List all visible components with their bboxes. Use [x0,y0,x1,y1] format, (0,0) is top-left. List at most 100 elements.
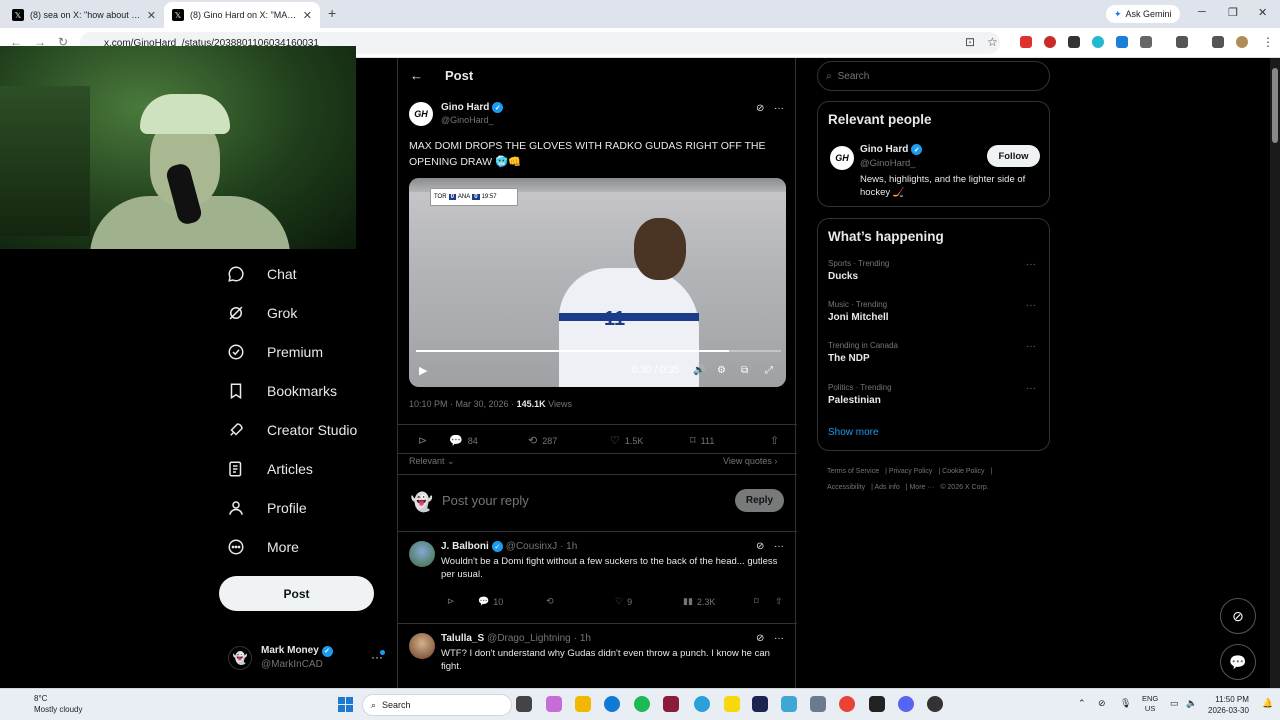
show-more-link[interactable]: Show more [828,427,879,438]
views-action[interactable]: ▮▮ 2.3K [683,596,715,607]
account-switcher[interactable]: 👻 Mark Money ✓ @MarkInCAD ··· [228,644,388,674]
menu-list-icon[interactable] [1212,36,1224,48]
footer-link[interactable]: Cookie Policy [942,468,984,475]
comment[interactable]: J. Balboni ✓ @CousinxJ · 1h ⊘ ··· Wouldn… [398,532,797,624]
profile-avatar-icon[interactable] [1236,36,1248,48]
comment-handle[interactable]: @CousinxJ [506,541,557,552]
nav-item-more[interactable]: More [219,527,389,566]
extension-icon[interactable] [1068,36,1080,48]
author-name[interactable]: Gino Hard ✓ [441,102,504,113]
fullscreen-icon[interactable]: ⤢ [765,365,773,376]
footer-link[interactable]: Privacy Policy [889,468,933,475]
trend-item[interactable]: Politics · Trending Palestinian ··· [828,383,1043,417]
browser-tab-2[interactable]: 𝕏 (8) Gino Hard on X: "MAX DOMI ✕ [164,2,320,28]
grok-icon[interactable]: ⊘ [756,633,764,644]
restore-icon[interactable]: ❐ [1228,6,1238,19]
like-action[interactable]: ♡ 9 [615,596,632,607]
more-icon[interactable]: ··· [1026,300,1036,311]
share-icon[interactable]: ⇧ [775,596,783,607]
more-icon[interactable]: ··· [1026,341,1036,352]
browser-tab-1[interactable]: 𝕏 (8) sea on X: "how about 8 inch ✕ [4,2,164,28]
weather-widget[interactable]: 8°C Mostly cloudy [10,693,82,715]
footer-link[interactable]: Terms of Service [827,468,879,475]
comment-author[interactable]: J. Balboni [441,541,489,552]
reply-action[interactable]: 💬 84 [449,434,478,447]
play-action[interactable]: ⊳ [418,434,427,447]
messages-fab[interactable]: 💬 [1220,644,1256,680]
settings-icon[interactable]: ⚙ [717,365,726,376]
nav-item-creator-studio[interactable]: Creator Studio [219,410,389,449]
telegram-icon[interactable] [694,696,710,712]
cast-icon[interactable]: ⊡ [965,35,975,49]
trend-item[interactable]: Music · Trending Joni Mitchell ··· [828,300,1043,334]
close-window-icon[interactable]: ✕ [1258,6,1267,19]
grok-fab[interactable]: ⊘ [1220,598,1256,634]
nav-item-chat[interactable]: Chat [219,254,389,293]
follow-button[interactable]: Follow [987,145,1040,167]
extension-icon[interactable] [1116,36,1128,48]
app-icon[interactable] [927,696,943,712]
reply-action[interactable]: 💬 10 [478,596,503,607]
grok-icon[interactable]: ⊘ [756,541,764,552]
more-icon[interactable]: ··· [1026,383,1036,394]
footer-link[interactable]: Accessibility [827,484,865,491]
sidepanel-icon[interactable] [1176,36,1188,48]
nav-item-articles[interactable]: Articles [219,449,389,488]
more-icon[interactable]: ··· [774,103,784,114]
video-player[interactable]: TOR 0 ANA 0 19:57 11 ▶ 0:30 / 0:35 🔊 ⚙ ⧉… [409,178,786,387]
new-tab-icon[interactable]: + [328,5,336,21]
notifications-icon[interactable]: 🔔 [1262,698,1273,709]
volume-icon[interactable]: 🔊 [693,365,705,376]
language-indicator[interactable]: ENG US [1142,694,1158,714]
spotify-icon[interactable] [634,696,650,712]
repost-action[interactable]: ⟲ 287 [528,434,557,447]
ask-gemini-button[interactable]: ✦ Ask Gemini [1106,5,1180,23]
comment-handle[interactable]: @Drago_Lightning [487,633,571,644]
back-arrow-icon[interactable]: ← [410,68,423,83]
more-icon[interactable]: ··· [774,633,784,644]
system-clock[interactable]: 11:50 PM 2026-03-30 [1208,694,1249,716]
app-icon[interactable] [869,696,885,712]
notepad-icon[interactable] [781,696,797,712]
sort-relevant-dropdown[interactable]: Relevant ⌄ [409,456,455,467]
more-icon[interactable]: ··· [1026,259,1036,270]
avatar[interactable] [409,633,435,659]
copilot-icon[interactable] [546,696,562,712]
discord-icon[interactable] [898,696,914,712]
nav-item-grok[interactable]: Grok [219,293,389,332]
chrome-icon[interactable] [839,696,855,712]
bookmark-icon[interactable]: ⌑ [754,596,759,607]
play-icon[interactable]: ▶ [419,364,427,377]
kebab-menu-icon[interactable]: ⋮ [1262,35,1274,49]
speaker-icon[interactable]: 🔈 [1186,698,1197,709]
reply-button[interactable]: Reply [735,489,784,512]
play-circle-icon[interactable]: ⊳ [447,596,455,607]
windows-start-icon[interactable] [338,697,353,712]
pip-icon[interactable]: ⧉ [741,365,748,376]
comment[interactable]: Talulla_S @Drago_Lightning · 1h ⊘ ··· WT… [398,624,797,688]
grok-icon[interactable]: ⊘ [756,103,764,114]
more-icon[interactable]: ··· [774,541,784,552]
person-name[interactable]: Gino Hard ✓ [860,144,923,155]
like-action[interactable]: ♡ 1.5K [610,434,643,447]
search-input[interactable]: ⌕ Search [817,61,1050,91]
bookmark-action[interactable]: ⌑ 111 [690,434,714,447]
close-icon[interactable]: ✕ [303,9,312,22]
extension-icon[interactable] [1020,36,1032,48]
page-scrollbar[interactable] [1270,58,1280,688]
trend-item[interactable]: Sports · Trending Ducks ··· [828,259,1043,293]
app-icon[interactable] [752,696,768,712]
app-icon[interactable] [724,696,740,712]
person-handle[interactable]: @GinoHard_ [860,158,916,169]
network-icon[interactable]: ⊘ [1098,698,1106,709]
minimize-icon[interactable]: ─ [1198,6,1206,18]
app-icon[interactable] [663,696,679,712]
avatar[interactable] [409,541,435,567]
extension-icon[interactable] [1044,36,1056,48]
puzzle-icon[interactable] [1140,36,1152,48]
task-view-icon[interactable] [516,696,532,712]
edge-icon[interactable] [604,696,620,712]
nav-item-profile[interactable]: Profile [219,488,389,527]
file-explorer-icon[interactable] [575,696,591,712]
avatar[interactable]: GH [830,146,854,170]
